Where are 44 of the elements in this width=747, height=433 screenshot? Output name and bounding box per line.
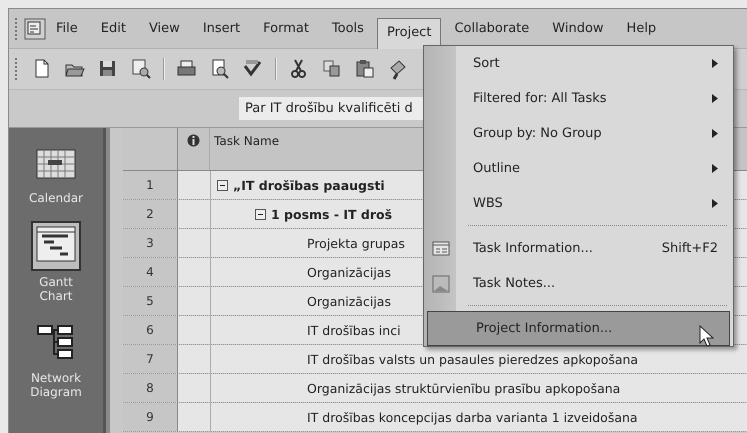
network-diagram-icon bbox=[36, 323, 76, 359]
menu-option[interactable]: Outline bbox=[424, 151, 733, 186]
menu-item[interactable]: View bbox=[138, 14, 190, 43]
task-name: Projekta grupas bbox=[307, 236, 405, 250]
info-icon bbox=[187, 134, 200, 147]
menu-option[interactable]: Task Information... Shift+F2 bbox=[424, 231, 733, 266]
menu-item[interactable]: Tools bbox=[322, 14, 374, 43]
task-name: 1 posms - IT droš bbox=[271, 206, 392, 222]
submenu-arrow-icon bbox=[712, 94, 718, 103]
task-name: IT drošības valsts un pasaules pieredzes apkopošana bbox=[307, 352, 638, 366]
view-label: Gantt Chart bbox=[38, 275, 74, 303]
calendar-view-icon bbox=[36, 149, 76, 179]
menu-item[interactable]: Format bbox=[253, 14, 319, 43]
menu-option[interactable]: Task Notes... bbox=[424, 266, 733, 301]
submenu-arrow-icon bbox=[712, 59, 718, 68]
task-name: Organizācijas bbox=[307, 264, 391, 280]
menu-item[interactable]: Edit bbox=[90, 14, 136, 43]
gantt-chart-icon bbox=[36, 226, 76, 262]
app-icon bbox=[24, 18, 46, 40]
submenu-arrow-icon bbox=[712, 129, 718, 138]
task-name: Organizācijas bbox=[307, 294, 391, 308]
magnifier-icon[interactable] bbox=[130, 58, 152, 80]
menu-item[interactable]: Insert bbox=[192, 14, 250, 43]
notes-icon bbox=[432, 274, 450, 292]
menu-item[interactable]: Collaborate bbox=[444, 14, 540, 43]
task-info-icon bbox=[432, 240, 450, 258]
view-button[interactable] bbox=[31, 221, 81, 271]
collapse-icon[interactable] bbox=[255, 208, 266, 220]
menu-option[interactable]: Project Information... bbox=[427, 311, 730, 346]
task-name: „IT drošības paaugsti bbox=[233, 178, 385, 192]
submenu-arrow-icon bbox=[712, 164, 718, 173]
menu-option[interactable]: WBS bbox=[424, 186, 733, 221]
task-name: IT drošības inci bbox=[307, 322, 401, 338]
view-label: Network Diagram bbox=[29, 371, 83, 399]
paste-icon[interactable] bbox=[354, 58, 376, 80]
collapse-icon[interactable] bbox=[217, 180, 228, 190]
menu-item[interactable]: File bbox=[46, 14, 88, 43]
menu-item[interactable]: Window bbox=[542, 14, 614, 43]
submenu-arrow-icon bbox=[712, 199, 718, 208]
menu-item[interactable]: Help bbox=[616, 14, 666, 43]
view-label: Calendar bbox=[28, 191, 84, 205]
task-name: IT drošības koncepcijas darba varianta 1 izveidošana bbox=[307, 410, 638, 424]
task-name: Organizācijas struktūrvienību prasību apkopošana bbox=[307, 380, 620, 396]
mouse-pointer-icon bbox=[699, 324, 715, 346]
